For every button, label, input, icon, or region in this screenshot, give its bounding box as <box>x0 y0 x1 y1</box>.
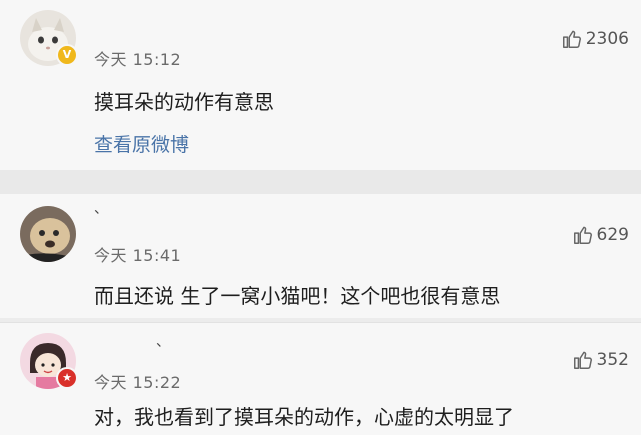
comment-card: ★ 、 今天 15:22 352 对，我也看到了摸耳朵的动作，心虚的太明显了 <box>0 322 641 435</box>
comment-text: 而且还说 生了一窝小猫吧！这个吧也很有意思 <box>94 284 501 308</box>
comment-text: 对，我也看到了摸耳朵的动作，心虚的太明显了 <box>94 405 514 429</box>
comment-card: 、 今天 15:41 629 而且还说 生了一窝小猫吧！这个吧也很有意思 <box>0 194 641 318</box>
like-count: 2306 <box>585 29 629 49</box>
comment-time: 今天 15:12 <box>94 50 182 69</box>
like-button[interactable]: 629 <box>572 224 629 246</box>
username[interactable]: 、 <box>94 198 108 218</box>
like-count: 352 <box>596 350 629 370</box>
comment-time: 今天 15:41 <box>94 246 182 265</box>
thumbs-up-icon <box>573 226 592 244</box>
comment-card: V 今天 15:12 2306 摸耳朵的动作有意思 查看原微博 <box>0 0 641 170</box>
comment-text: 摸耳朵的动作有意思 <box>94 90 274 114</box>
verified-badge-icon: V <box>56 44 78 66</box>
username[interactable]: 、 <box>156 331 170 351</box>
avatar[interactable] <box>20 206 76 262</box>
thumbs-up-icon <box>573 351 592 369</box>
comment-time: 今天 15:22 <box>94 373 182 392</box>
like-count: 629 <box>596 225 629 245</box>
thumbs-up-icon <box>562 30 581 48</box>
member-badge-icon: ★ <box>56 367 78 389</box>
like-button[interactable]: 2306 <box>561 28 629 50</box>
section-divider <box>0 170 641 194</box>
view-original-weibo-link[interactable]: 查看原微博 <box>94 130 189 157</box>
like-button[interactable]: 352 <box>572 349 629 371</box>
